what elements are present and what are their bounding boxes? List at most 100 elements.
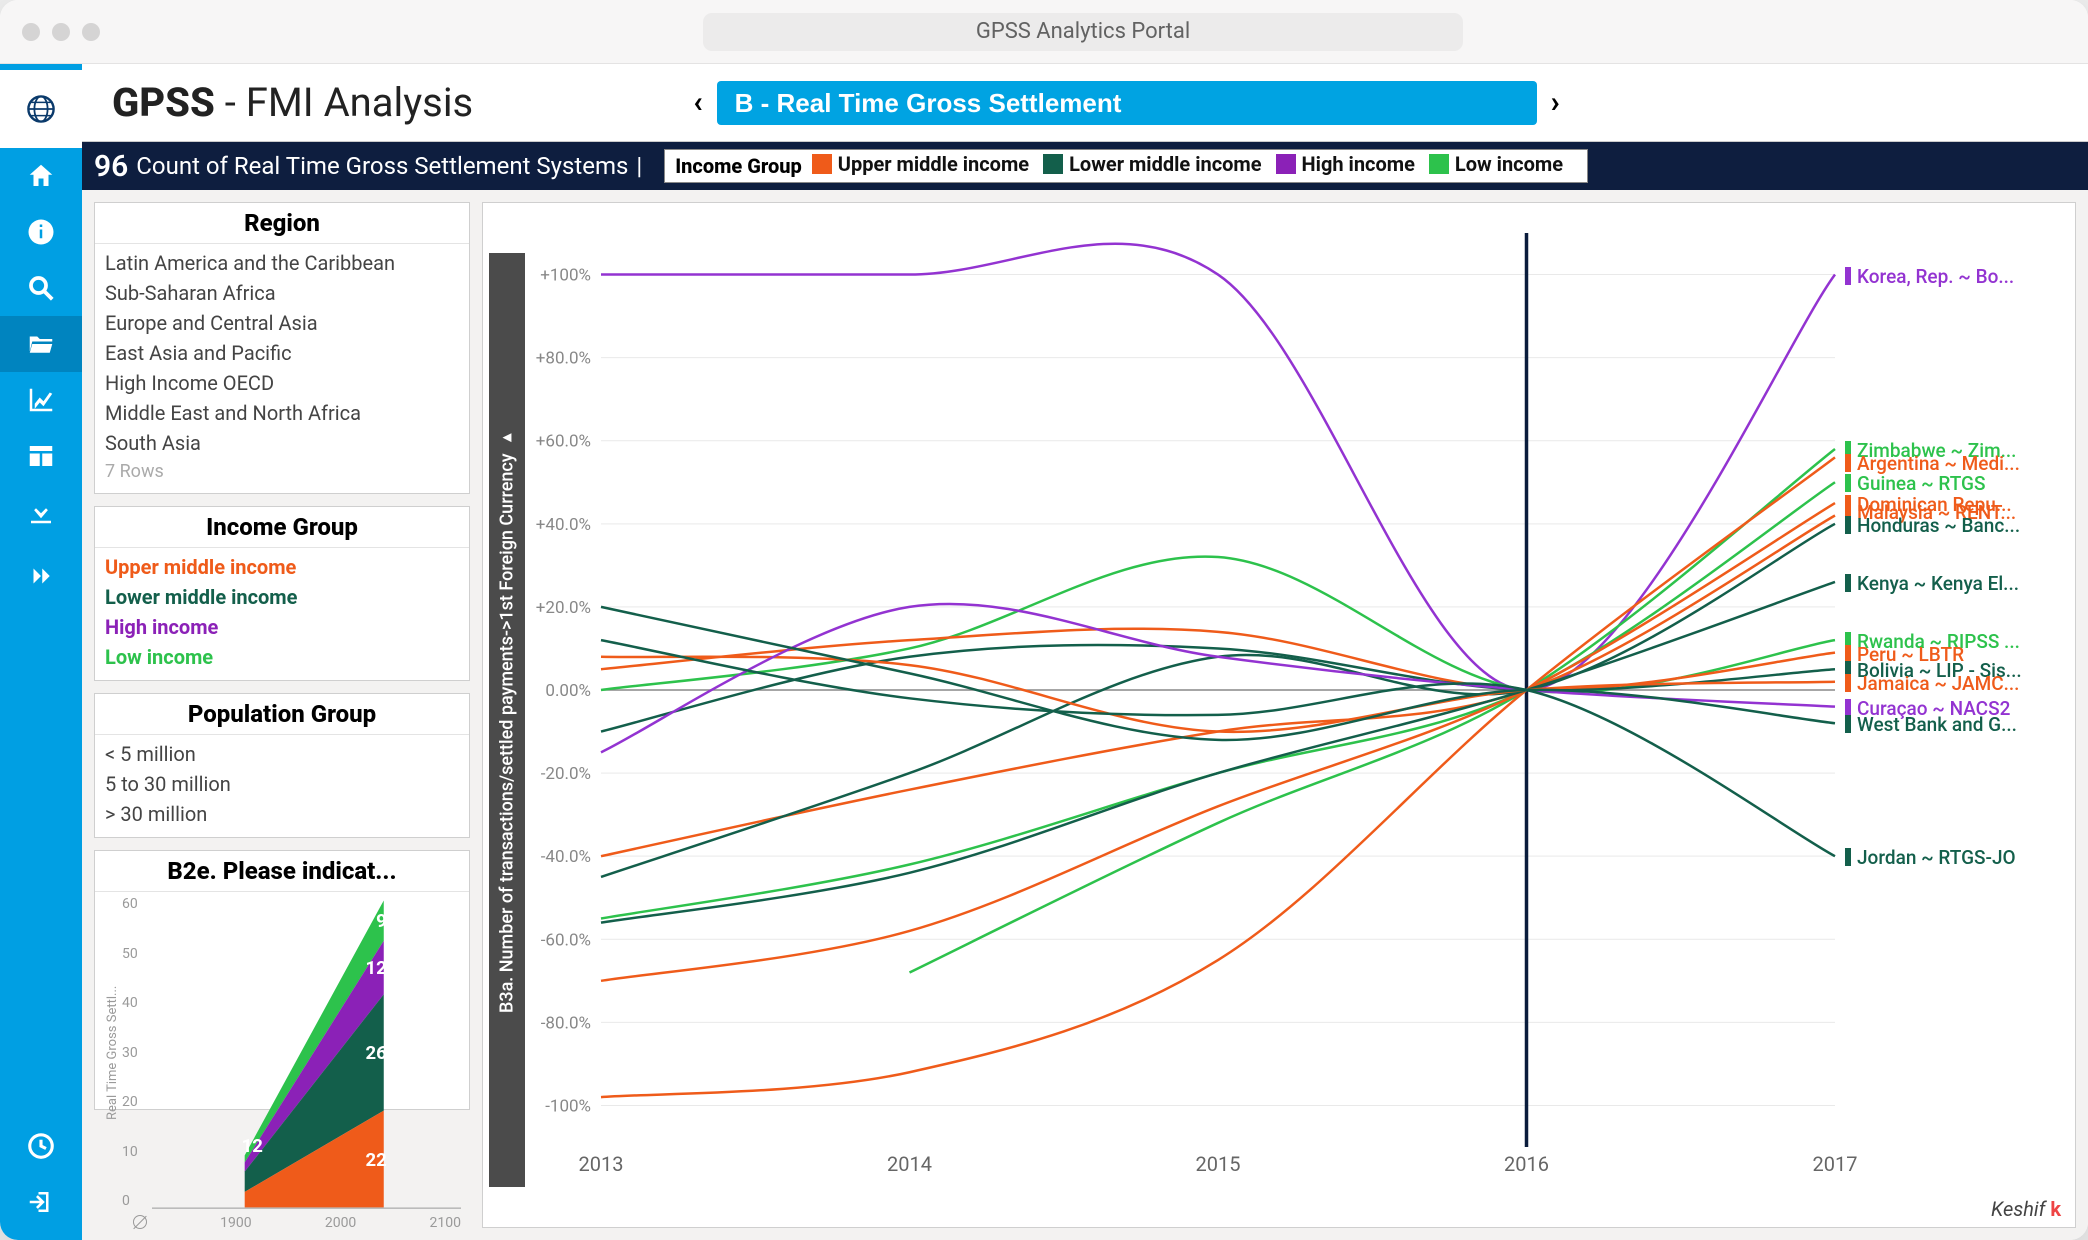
svg-text:+100%: +100% [540, 266, 591, 286]
line-chart-icon [26, 385, 56, 415]
series-end-label[interactable]: Korea, Rep. ~ Bo... [1845, 265, 2014, 288]
folder-open-icon [26, 329, 56, 359]
search-icon [26, 273, 56, 303]
legend-swatch [812, 154, 832, 174]
brand-glyph: k [2050, 1197, 2061, 1221]
facet-region: Region Latin America and the CaribbeanSu… [94, 202, 470, 494]
facet-income-item[interactable]: Upper middle income [105, 552, 459, 582]
svg-text:26: 26 [366, 1042, 388, 1064]
nav-info[interactable] [0, 204, 82, 260]
svg-text:22: 22 [366, 1149, 387, 1171]
nav-download[interactable] [0, 484, 82, 540]
svg-text:2014: 2014 [887, 1152, 932, 1176]
facet-region-item[interactable]: Europe and Central Asia [105, 308, 459, 338]
svg-text:2013: 2013 [579, 1152, 624, 1176]
legend-swatch [1043, 154, 1063, 174]
max-window-dot[interactable] [82, 23, 100, 41]
facet-population: Population Group < 5 million5 to 30 mill… [94, 693, 470, 838]
legend-swatch [1429, 154, 1449, 174]
summary-bar: 96 Count of Real Time Gross Settlement S… [82, 142, 2088, 190]
legend-title: Income Group [675, 154, 812, 178]
nav-collapse[interactable] [0, 548, 82, 604]
facet-income-title: Income Group [95, 507, 469, 548]
mini-chart-plot[interactable]: 912262212 [152, 896, 461, 1209]
prev-category-button[interactable]: ‹ [693, 85, 702, 120]
svg-text:12: 12 [242, 1135, 263, 1157]
chart-series-labels: Korea, Rep. ~ Bo...Zimbabwe ~ Zim...Arge… [1845, 223, 2065, 1177]
count-badge: 96 [94, 149, 136, 184]
main-chart[interactable]: B3a. Number of transactions/settled paym… [482, 202, 2076, 1228]
sidebar [0, 64, 82, 1240]
legend-item[interactable]: Upper middle income [812, 152, 1043, 176]
next-category-button[interactable]: › [1551, 85, 1560, 120]
page-title-rest: - FMI Analysis [215, 79, 473, 126]
nav-table[interactable] [0, 428, 82, 484]
chevrons-right-icon [26, 561, 56, 591]
facet-mini-title: B2e. Please indicat... [95, 851, 469, 892]
series-end-label[interactable]: Argentina ~ Medi... [1845, 452, 2020, 475]
nav-history[interactable] [0, 1118, 82, 1174]
svg-text:+20.0%: +20.0% [536, 598, 591, 618]
nav-folder[interactable] [0, 316, 82, 372]
facet-population-item[interactable]: 5 to 30 million [105, 769, 459, 799]
nav-chart[interactable] [0, 372, 82, 428]
facet-mini-chart: B2e. Please indicat... Real Time Gross S… [94, 850, 470, 1110]
brand-name: Keshif [1991, 1197, 2045, 1221]
svg-text:+60.0%: +60.0% [536, 432, 591, 452]
window-controls [22, 23, 100, 41]
series-end-label[interactable]: Honduras ~ Banc... [1845, 514, 2020, 537]
title-bar: GPSS Analytics Portal [0, 0, 2088, 64]
facet-region-item[interactable]: Sub-Saharan Africa [105, 278, 459, 308]
series-end-label[interactable]: Kenya ~ Kenya El... [1845, 572, 2019, 595]
series-end-label[interactable]: West Bank and G... [1845, 713, 2017, 736]
facets-column: Region Latin America and the CaribbeanSu… [82, 190, 482, 1240]
facet-region-item[interactable]: East Asia and Pacific [105, 338, 459, 368]
svg-text:-60.0%: -60.0% [541, 930, 591, 950]
facet-income-item[interactable]: Low income [105, 642, 459, 672]
facet-region-item[interactable]: Middle East and North Africa [105, 398, 459, 428]
mini-chart-ylabel: Real Time Gross Settl... [103, 896, 122, 1209]
page-title-bold: GPSS [112, 79, 215, 126]
facet-income-item[interactable]: High income [105, 612, 459, 642]
logout-icon [26, 1187, 56, 1217]
null-filter-icon[interactable] [133, 1215, 147, 1229]
nav-home[interactable] [0, 148, 82, 204]
series-end-label[interactable]: Guinea ~ RTGS [1845, 472, 1985, 495]
facet-population-item[interactable]: > 30 million [105, 799, 459, 829]
close-window-dot[interactable] [22, 23, 40, 41]
nav-search[interactable] [0, 260, 82, 316]
legend-swatch [1276, 154, 1296, 174]
series-end-label[interactable]: Jordan ~ RTGS-JO [1845, 846, 2016, 869]
category-select[interactable]: B - Real Time Gross Settlement [717, 81, 1537, 125]
legend: Income Group Upper middle incomeLower mi… [664, 149, 1588, 183]
svg-text:+40.0%: +40.0% [536, 515, 591, 535]
min-window-dot[interactable] [52, 23, 70, 41]
facet-income-item[interactable]: Lower middle income [105, 582, 459, 612]
facet-income-group: Income Group Upper middle incomeLower mi… [94, 506, 470, 681]
info-icon [26, 217, 56, 247]
series-end-label[interactable]: Jamaica ~ JAMC... [1845, 672, 2019, 695]
download-icon [26, 497, 56, 527]
brand-footer: Keshif k [1991, 1197, 2061, 1221]
page-header: GPSS - FMI Analysis ‹ B - Real Time Gros… [82, 64, 2088, 142]
legend-item[interactable]: High income [1276, 152, 1429, 176]
chart-ylabel: B3a. Number of transactions/settled paym… [489, 253, 525, 1187]
app-logo[interactable] [0, 70, 82, 148]
facet-region-item[interactable]: Latin America and the Caribbean [105, 248, 459, 278]
facet-region-title: Region [95, 203, 469, 244]
facet-population-item[interactable]: < 5 million [105, 739, 459, 769]
svg-text:-40.0%: -40.0% [541, 847, 591, 867]
facet-region-item[interactable]: South Asia [105, 428, 459, 458]
table-icon [26, 441, 56, 471]
svg-text:2015: 2015 [1196, 1152, 1241, 1176]
legend-item[interactable]: Low income [1429, 152, 1577, 176]
facet-region-item[interactable]: High Income OECD [105, 368, 459, 398]
svg-text:12: 12 [366, 957, 387, 979]
legend-item[interactable]: Lower middle income [1043, 152, 1275, 176]
globe-icon [26, 94, 56, 124]
nav-logout[interactable] [0, 1174, 82, 1230]
svg-text:+80.0%: +80.0% [536, 349, 591, 369]
address-bar[interactable]: GPSS Analytics Portal [703, 13, 1463, 51]
summary-text: Count of Real Time Gross Settlement Syst… [136, 152, 628, 180]
home-icon [26, 161, 56, 191]
